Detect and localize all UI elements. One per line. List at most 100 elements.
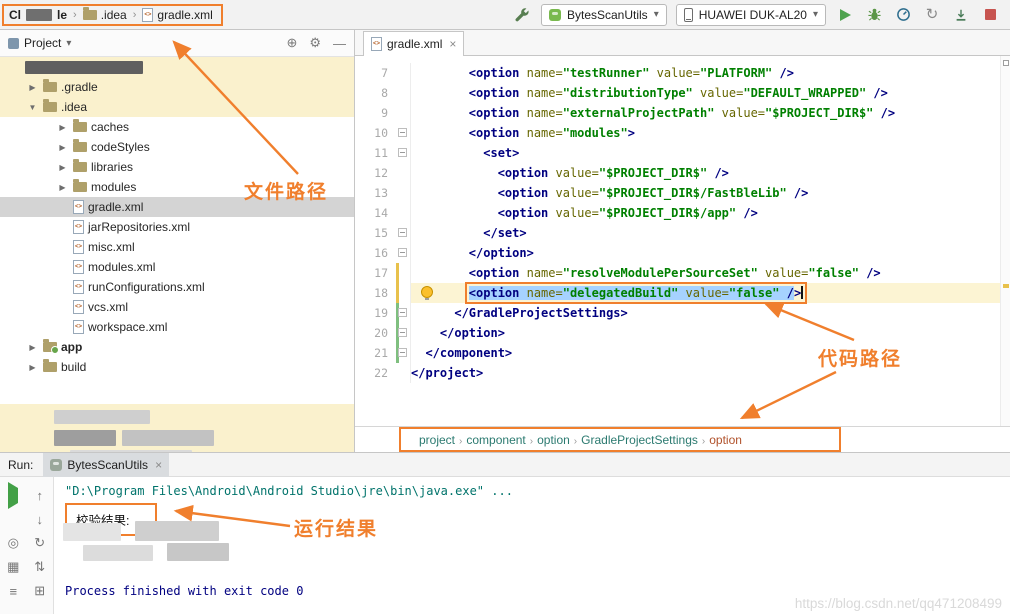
fold-marker-icon[interactable]	[398, 308, 407, 317]
breadcrumb-gradle-xml[interactable]: gradle.xml	[142, 8, 212, 22]
chevron-right-icon[interactable]: ▶	[56, 143, 69, 152]
debug-button[interactable]	[864, 5, 884, 25]
grid-icon[interactable]: ▦	[7, 559, 19, 575]
hide-panel-icon[interactable]: —	[333, 36, 346, 51]
project-panel-title[interactable]: Project	[24, 36, 61, 50]
error-stripe[interactable]	[1000, 56, 1010, 426]
wrench-icon[interactable]	[512, 5, 532, 25]
run-config-selector[interactable]: BytesScanUtils ▾	[541, 4, 667, 26]
tree-item-.gradle[interactable]: ▶.gradle	[0, 77, 354, 97]
tab-gradle-xml[interactable]: gradle.xml ×	[363, 31, 464, 56]
navigate-up-icon[interactable]: ↑	[37, 488, 44, 503]
profiler-button[interactable]	[893, 5, 913, 25]
chevron-right-icon[interactable]: ▶	[56, 163, 69, 172]
settings-square-icon[interactable]: ⊞	[34, 583, 45, 599]
rerun-button[interactable]	[8, 488, 18, 503]
redacted-area	[63, 523, 121, 541]
run-button[interactable]	[835, 5, 855, 25]
fold-marker-icon[interactable]	[398, 148, 407, 157]
fold-marker-icon[interactable]	[398, 128, 407, 137]
tree-item-modules.xml[interactable]: modules.xml	[0, 257, 354, 277]
code-line-11[interactable]: 11 <set>	[355, 143, 1010, 163]
code-text: <option name="externalProjectPath" value…	[411, 103, 1010, 123]
chevron-down-icon: ▾	[654, 9, 659, 20]
tree-item-libraries[interactable]: ▶libraries	[0, 157, 354, 177]
code-line-9[interactable]: 9 <option name="externalProjectPath" val…	[355, 103, 1010, 123]
code-line-15[interactable]: 15 </set>	[355, 223, 1010, 243]
code-line-16[interactable]: 16 </option>	[355, 243, 1010, 263]
menu-icon[interactable]: ≡	[9, 584, 17, 599]
xml-file-icon	[142, 8, 153, 22]
tree-item-app[interactable]: ▶app	[0, 337, 354, 357]
tree-item-label: caches	[91, 120, 129, 134]
breadcrumb-project[interactable]: Cl le	[9, 8, 67, 22]
code-line-18[interactable]: 18 <option name="delegatedBuild" value="…	[355, 283, 1010, 303]
chevron-right-icon[interactable]: ▶	[26, 363, 39, 372]
breadcrumb-idea-label: .idea	[101, 8, 127, 22]
tree-item-runConfigurations.xml[interactable]: runConfigurations.xml	[0, 277, 354, 297]
tree-item-codeStyles[interactable]: ▶codeStyles	[0, 137, 354, 157]
code-line-14[interactable]: 14 <option value="$PROJECT_DIR$/app" />	[355, 203, 1010, 223]
chevron-down-icon[interactable]: ▾	[66, 38, 71, 49]
inspections-indicator-icon[interactable]	[1003, 60, 1009, 66]
breadcrumb-item-option[interactable]: option	[705, 433, 746, 447]
console-output[interactable]: "D:\Program Files\Android\Android Studio…	[55, 477, 1010, 614]
xml-file-icon	[73, 300, 84, 314]
sync-icon[interactable]: ↻	[922, 5, 942, 25]
chevron-down-icon[interactable]: ▼	[26, 103, 39, 112]
tree-item-caches[interactable]: ▶ caches	[0, 117, 354, 137]
code-line-22[interactable]: 22</project>	[355, 363, 1010, 383]
tree-item-.idea[interactable]: ▼.idea	[0, 97, 354, 117]
code-line-17[interactable]: 17 <option name="resolveModulePerSourceS…	[355, 263, 1010, 283]
warning-stripe-mark[interactable]	[1003, 284, 1009, 288]
install-button[interactable]	[951, 5, 971, 25]
run-tab-icon	[50, 459, 62, 471]
breadcrumb-item-option[interactable]: option	[533, 433, 574, 447]
breadcrumb-item-GradleProjectSettings[interactable]: GradleProjectSettings	[577, 433, 702, 447]
android-studio-window: Cl le › .idea › gradle.xml BytesScanUtil…	[0, 0, 1010, 614]
breadcrumb-separator: ›	[71, 9, 79, 21]
tree-item-jarRepositories.xml[interactable]: jarRepositories.xml	[0, 217, 354, 237]
code-line-13[interactable]: 13 <option value="$PROJECT_DIR$/FastBleL…	[355, 183, 1010, 203]
tree-item-misc.xml[interactable]: misc.xml	[0, 237, 354, 257]
close-icon[interactable]: ×	[155, 458, 162, 472]
code-text: </GradleProjectSettings>	[411, 303, 1010, 323]
intention-bulb-icon[interactable]	[421, 286, 433, 298]
code-line-12[interactable]: 12 <option value="$PROJECT_DIR$" />	[355, 163, 1010, 183]
navigate-down-icon[interactable]: ↓	[37, 512, 44, 527]
tree-item-redacted[interactable]	[0, 57, 354, 77]
line-number: 15	[355, 223, 395, 243]
chevron-right-icon[interactable]: ▶	[56, 183, 69, 192]
code-line-19[interactable]: 19 </GradleProjectSettings>	[355, 303, 1010, 323]
chevron-right-icon[interactable]: ▶	[56, 123, 69, 132]
close-icon[interactable]: ×	[449, 37, 456, 51]
code-line-21[interactable]: 21 </component>	[355, 343, 1010, 363]
tree-item-build[interactable]: ▶build	[0, 357, 354, 377]
line-number: 21	[355, 343, 395, 363]
fold-marker-icon[interactable]	[398, 328, 407, 337]
fold-marker-icon[interactable]	[398, 228, 407, 237]
code-line-10[interactable]: 10 <option name="modules">	[355, 123, 1010, 143]
restart-icon[interactable]: ↻	[34, 535, 45, 551]
chevron-right-icon[interactable]: ▶	[26, 83, 39, 92]
breadcrumb-idea-folder[interactable]: .idea	[83, 8, 127, 22]
device-selector[interactable]: HUAWEI DUK-AL20 ▾	[676, 4, 826, 26]
camera-icon[interactable]: ◎	[8, 535, 19, 551]
fold-marker-icon[interactable]	[398, 348, 407, 357]
breadcrumb-item-project[interactable]: project	[415, 433, 459, 447]
stop-button[interactable]	[980, 5, 1000, 25]
code-text: <option value="$PROJECT_DIR$/app" />	[411, 203, 1010, 223]
tree-item-vcs.xml[interactable]: vcs.xml	[0, 297, 354, 317]
editor-breadcrumbs-bar: project›component›option›GradleProjectSe…	[355, 426, 1010, 452]
tree-item-workspace.xml[interactable]: workspace.xml	[0, 317, 354, 337]
expand-collapse-icon[interactable]: ⇅	[34, 559, 45, 575]
breadcrumb-item-component[interactable]: component	[462, 433, 529, 447]
code-line-7[interactable]: 7 <option name="testRunner" value="PLATF…	[355, 63, 1010, 83]
chevron-right-icon[interactable]: ▶	[26, 343, 39, 352]
gear-icon[interactable]: ⚙	[309, 35, 321, 51]
tab-bytesscanutils[interactable]: BytesScanUtils ×	[43, 453, 169, 477]
fold-marker-icon[interactable]	[398, 248, 407, 257]
code-line-20[interactable]: 20 </option>	[355, 323, 1010, 343]
locate-file-icon[interactable]: ⊕	[286, 35, 297, 51]
code-line-8[interactable]: 8 <option name="distributionType" value=…	[355, 83, 1010, 103]
